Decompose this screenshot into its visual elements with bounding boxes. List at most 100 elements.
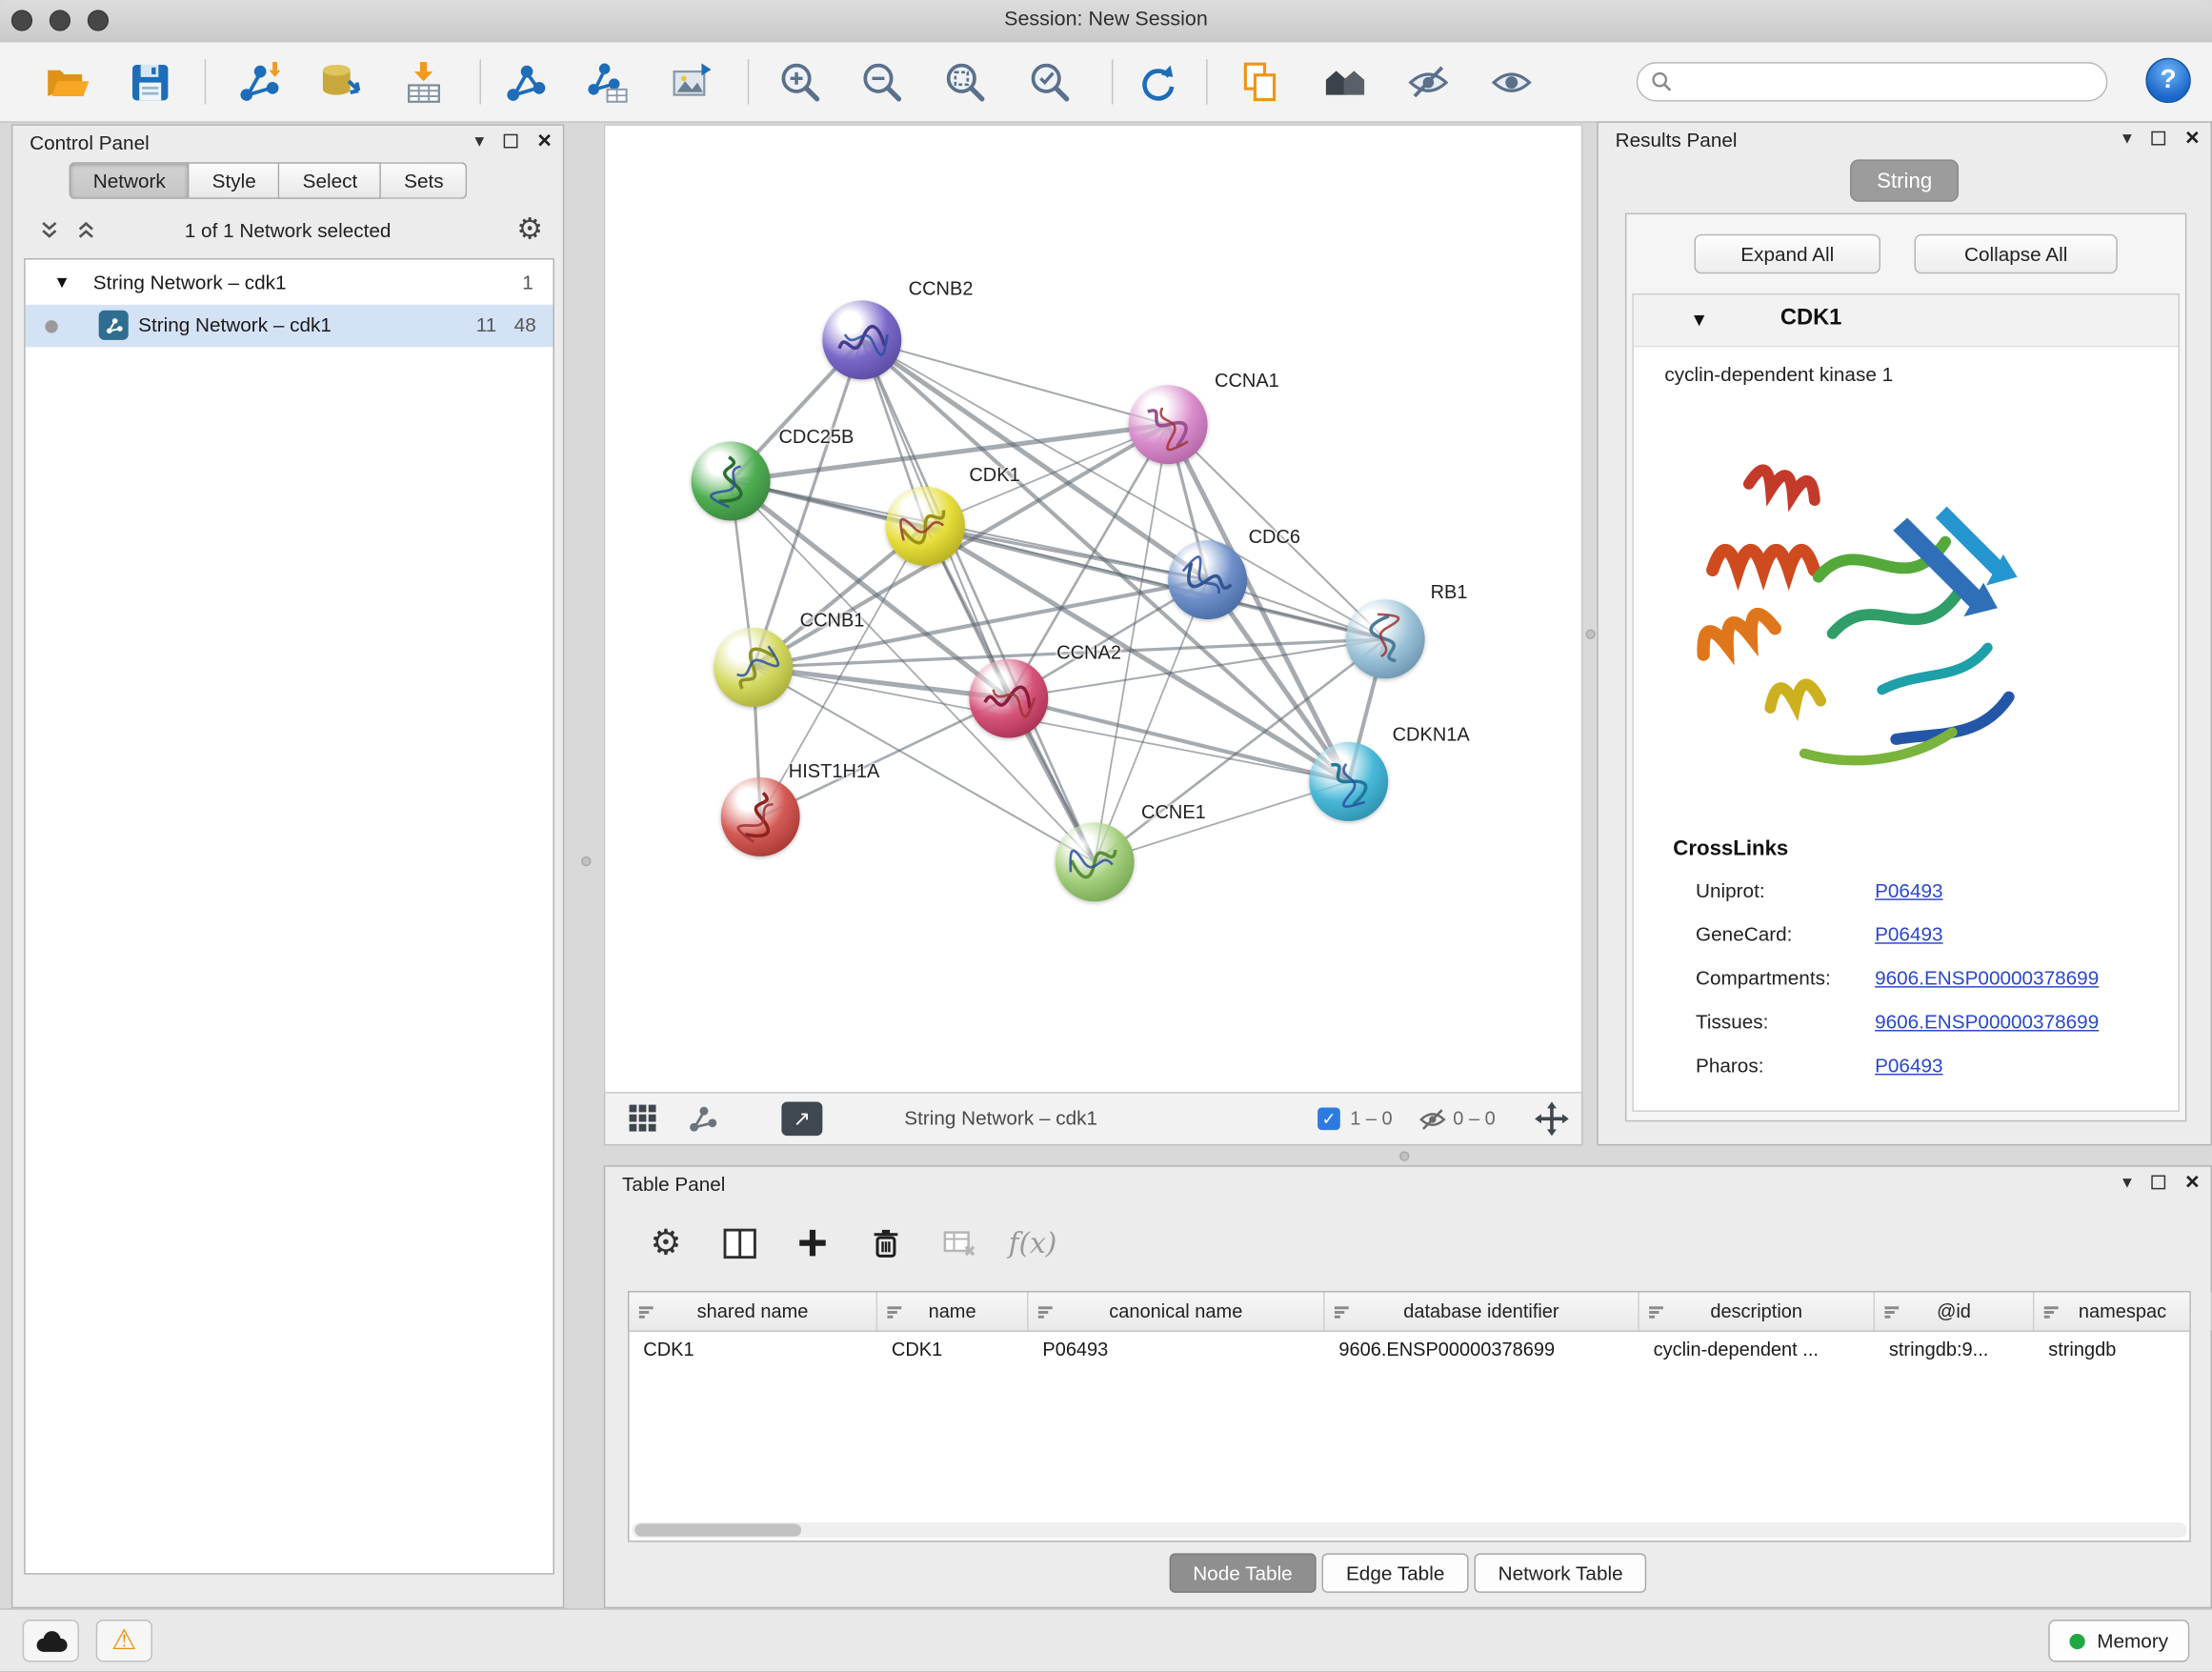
vertical-splitter-handle[interactable] [1585,629,1595,638]
import-network-button[interactable] [231,55,285,109]
scrollbar-thumb[interactable] [634,1523,801,1536]
panel-close-icon[interactable]: × [2185,129,2200,149]
entry-expander-icon[interactable]: ▼ [1690,309,1708,330]
panel-float-icon[interactable] [2151,1176,2165,1190]
export-network-button[interactable] [580,55,633,109]
network-node-CCNB2[interactable] [822,300,901,379]
column-header-name[interactable]: name [877,1292,1028,1330]
create-column-button[interactable] [783,1212,842,1274]
network-node-CCNB1[interactable] [714,628,793,707]
memory-button[interactable]: Memory [2049,1620,2189,1662]
column-header-namespac[interactable]: namespac [2034,1292,2212,1330]
apply-function-button[interactable]: f(x) [1003,1212,1062,1274]
tab-select[interactable]: Select [280,162,382,199]
crosslink-value-link[interactable]: P06493 [1875,1054,1942,1077]
warnings-button[interactable]: ⚠ [96,1620,152,1662]
tab-string[interactable]: String [1850,159,1959,201]
new-network-from-selection-button[interactable] [498,55,552,109]
crosslink-label: Tissues: [1696,1010,1768,1033]
toolbar-separator [748,59,749,104]
help-button[interactable]: ? [2145,58,2190,103]
tab-node-table[interactable]: Node Table [1169,1553,1317,1592]
network-view-toggle[interactable] [687,1103,718,1135]
panel-collapse-icon[interactable]: ▾ [474,130,484,152]
node-table: shared namenamecanonical namedatabase id… [628,1291,2191,1542]
tree-expander-icon[interactable]: ▼ [53,272,70,292]
column-sort-icon [1883,1303,1900,1320]
status-bar: ⚠ Memory [0,1608,2212,1672]
selected-count-checkbox[interactable]: ✓ [1317,1107,1340,1130]
table-horizontal-scrollbar[interactable] [632,1522,2186,1538]
pan-tool-button[interactable] [1534,1100,1571,1138]
expand-all-button[interactable]: Expand All [1695,234,1880,273]
tab-style[interactable]: Style [190,162,280,199]
table-settings-button[interactable]: ⚙ [636,1212,695,1274]
table-panel-title: Table Panel [622,1173,725,1196]
tab-sets[interactable]: Sets [381,162,467,199]
network-node-CDK1[interactable] [886,487,965,566]
move-icon [1534,1100,1571,1138]
column-header-shared-name[interactable]: shared name [629,1292,877,1330]
search-input[interactable] [1681,65,2106,99]
panel-collapse-icon[interactable]: ▾ [2122,1171,2132,1194]
network-collection-row[interactable]: ▼ String Network – cdk1 1 [26,262,553,304]
hide-graphics-button[interactable] [1401,55,1455,109]
column-header-database-identifier[interactable]: database identifier [1325,1292,1639,1330]
tab-network[interactable]: Network [70,162,190,199]
vertical-splitter-handle[interactable] [581,856,591,866]
column-header-canonical-name[interactable]: canonical name [1029,1292,1325,1330]
panel-close-icon[interactable]: × [537,131,552,151]
tab-network-table[interactable]: Network Table [1474,1553,1646,1592]
import-database-button[interactable] [312,55,365,109]
zoom-fit-button[interactable] [938,55,992,109]
network-canvas[interactable]: CCNB2CCNA1CDC25BCDK1CDC6RB1CCNB1CCNA2CDK… [604,124,1583,1093]
network-node-CCNA2[interactable] [969,659,1048,738]
table-row[interactable]: CDK1CDK1P064939606.ENSP00000378699cyclin… [629,1332,2189,1370]
network-node-CDC25B[interactable] [692,442,771,521]
export-image-button[interactable] [664,55,717,109]
refresh-view-button[interactable] [1129,55,1182,109]
network-node-CCNA1[interactable] [1129,385,1208,464]
collapse-all-button[interactable]: Collapse All [1915,234,2118,273]
delete-column-button[interactable] [856,1212,915,1274]
zoom-in-button[interactable] [774,55,827,109]
tab-edge-table[interactable]: Edge Table [1322,1553,1469,1592]
panel-close-icon[interactable]: × [2185,1173,2200,1193]
clear-table-button[interactable] [930,1212,989,1274]
open-session-button[interactable] [39,55,92,109]
network-node-CCNE1[interactable] [1056,822,1135,901]
table-clear-icon [941,1224,978,1261]
network-node-CDKN1A[interactable] [1309,742,1388,821]
select-columns-button[interactable] [710,1212,769,1274]
network-node-HIST1H1A[interactable] [721,777,800,856]
eye-slash-icon [1404,58,1451,105]
column-header--id[interactable]: @id [1875,1292,2034,1330]
zoom-selected-button[interactable] [1023,55,1076,109]
string-network-icon [99,311,129,340]
annotation-documents-button[interactable] [1233,55,1286,109]
grid-view-toggle[interactable] [628,1103,657,1133]
panel-float-icon[interactable] [2151,131,2165,146]
gear-icon: ⚙ [650,1221,681,1263]
horizontal-splitter-handle[interactable] [1399,1151,1409,1160]
zoom-out-button[interactable] [855,55,908,109]
network-node-CDC6[interactable] [1168,540,1247,619]
crosslink-value-link[interactable]: P06493 [1875,879,1942,902]
crosslink-value-link[interactable]: P06493 [1875,922,1942,945]
crosslink-value-link[interactable]: 9606.ENSP00000378699 [1875,1010,2099,1033]
cloud-status-button[interactable] [23,1620,79,1662]
network-options-gear-icon[interactable]: ⚙ [516,212,543,247]
birdseye-toggle-button[interactable]: ↗ [781,1102,822,1137]
home-networks-button[interactable] [1317,55,1371,109]
panel-float-icon[interactable] [504,134,518,149]
network-node-label-CCNA1: CCNA1 [1215,370,1279,391]
crosslink-value-link[interactable]: 9606.ENSP00000378699 [1875,966,2099,989]
save-session-button[interactable] [123,55,176,109]
column-header-description[interactable]: description [1639,1292,1875,1330]
network-node-RB1[interactable] [1346,599,1425,678]
import-table-button[interactable] [396,55,450,109]
show-graphics-button[interactable] [1484,55,1538,109]
network-row[interactable]: String Network – cdk1 11 48 [26,305,553,347]
protein-entry-header[interactable]: ▼ CDK1 [1634,295,2179,348]
panel-collapse-icon[interactable]: ▾ [2122,127,2132,150]
